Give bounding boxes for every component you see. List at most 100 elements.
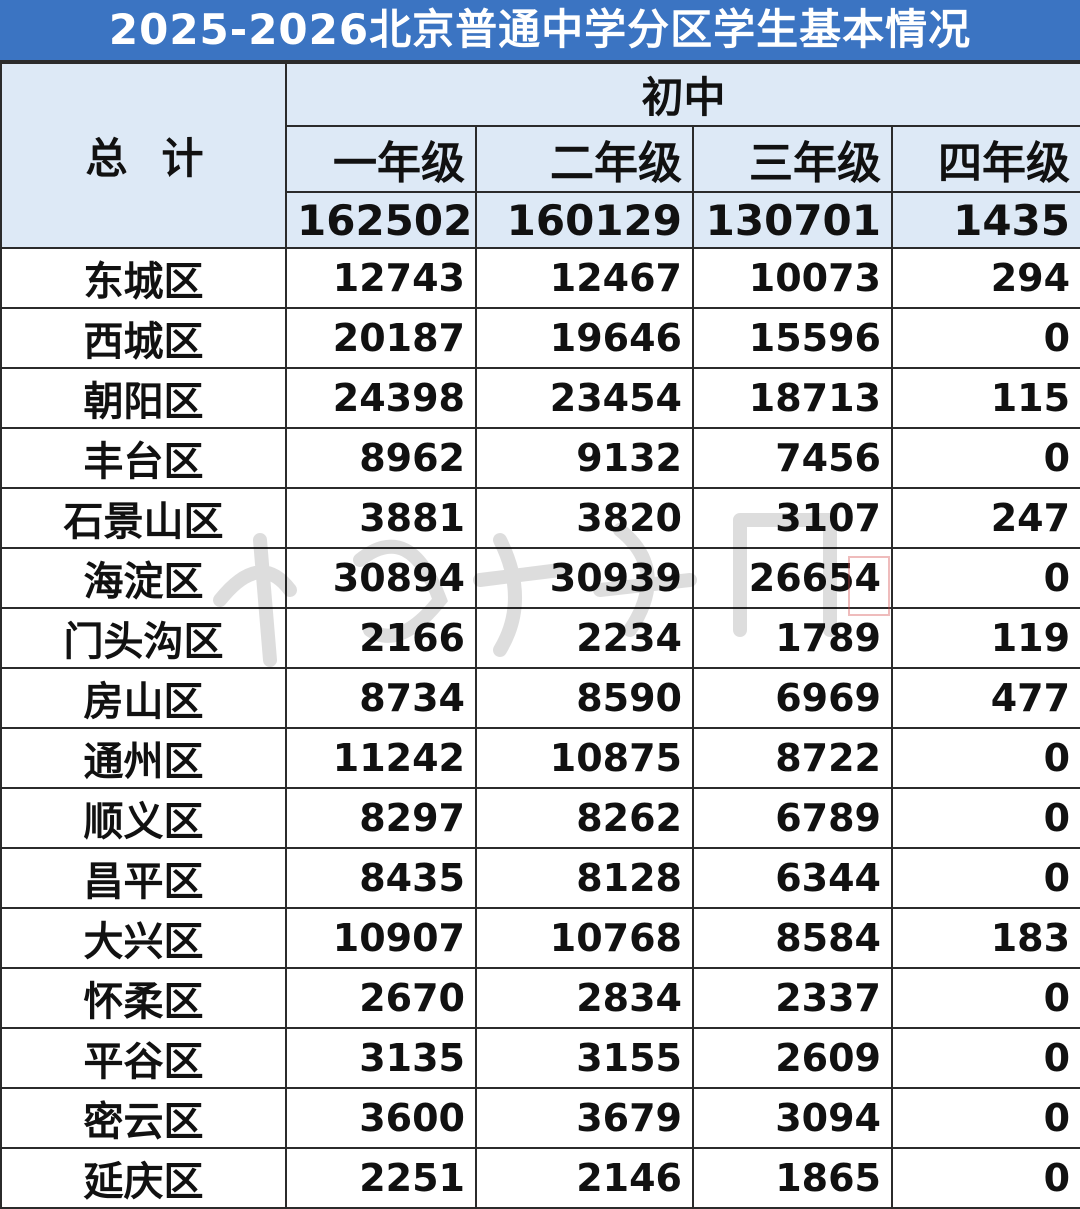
cell-value: 8734 — [285, 667, 477, 729]
cell-value: 2834 — [475, 967, 694, 1029]
district-name: 怀柔区 — [0, 967, 287, 1029]
table-row: 西城区 20187 19646 15596 0 — [0, 307, 1080, 369]
cell-value: 10073 — [692, 247, 893, 309]
cell-value: 30894 — [285, 547, 477, 609]
district-name: 平谷区 — [0, 1027, 287, 1089]
table-row: 石景山区 3881 3820 3107 247 — [0, 487, 1080, 549]
cell-value: 3600 — [285, 1087, 477, 1149]
cell-value: 0 — [890, 1147, 1080, 1209]
table-row: 东城区 12743 12467 10073 294 — [0, 247, 1080, 309]
district-name: 大兴区 — [0, 907, 287, 969]
cell-value: 15596 — [692, 307, 893, 369]
cell-value: 3881 — [285, 487, 477, 549]
cell-value: 2251 — [285, 1147, 477, 1209]
total-value: 1435 — [890, 191, 1080, 249]
district-name: 通州区 — [0, 727, 287, 789]
cell-value: 24398 — [285, 367, 477, 429]
cell-value: 10768 — [475, 907, 694, 969]
cell-value: 0 — [890, 427, 1080, 489]
cell-value: 0 — [890, 307, 1080, 369]
cell-value: 6344 — [692, 847, 893, 909]
cell-value: 26654 — [692, 547, 893, 609]
cell-value: 7456 — [692, 427, 893, 489]
district-name: 西城区 — [0, 307, 287, 369]
cell-value: 10907 — [285, 907, 477, 969]
student-stats-table: 总计 初中 一年级 二年级 三年级 四年级 162502 160129 1307… — [0, 62, 1080, 1209]
cell-value: 20187 — [285, 307, 477, 369]
cell-value: 12743 — [285, 247, 477, 309]
cell-value: 3820 — [475, 487, 694, 549]
cell-value: 2166 — [285, 607, 477, 669]
table-row: 平谷区 3135 3155 2609 0 — [0, 1027, 1080, 1089]
cell-value: 0 — [890, 547, 1080, 609]
cell-value: 0 — [890, 1087, 1080, 1149]
cell-value: 0 — [890, 787, 1080, 849]
cell-value: 8297 — [285, 787, 477, 849]
cell-value: 18713 — [692, 367, 893, 429]
cell-value: 294 — [890, 247, 1080, 309]
table-row: 海淀区 30894 30939 26654 0 — [0, 547, 1080, 609]
cell-value: 6969 — [692, 667, 893, 729]
district-name: 顺义区 — [0, 787, 287, 849]
table-row: 门头沟区 2166 2234 1789 119 — [0, 607, 1080, 669]
grade-header: 一年级 — [285, 125, 477, 193]
district-name: 密云区 — [0, 1087, 287, 1149]
district-name: 房山区 — [0, 667, 287, 729]
cell-value: 3107 — [692, 487, 893, 549]
district-name: 东城区 — [0, 247, 287, 309]
cell-value: 2609 — [692, 1027, 893, 1089]
cell-value: 8962 — [285, 427, 477, 489]
cell-value: 1865 — [692, 1147, 893, 1209]
cell-value: 115 — [890, 367, 1080, 429]
cell-value: 3679 — [475, 1087, 694, 1149]
cell-value: 8128 — [475, 847, 694, 909]
grade-header: 三年级 — [692, 125, 893, 193]
grade-header: 二年级 — [475, 125, 694, 193]
district-name: 丰台区 — [0, 427, 287, 489]
cell-value: 1789 — [692, 607, 893, 669]
cell-value: 0 — [890, 847, 1080, 909]
cell-value: 3135 — [285, 1027, 477, 1089]
cell-value: 0 — [890, 967, 1080, 1029]
district-name: 海淀区 — [0, 547, 287, 609]
cell-value: 19646 — [475, 307, 694, 369]
cell-value: 477 — [890, 667, 1080, 729]
cell-value: 0 — [890, 1027, 1080, 1089]
total-label: 总计 — [0, 62, 287, 249]
table-row: 通州区 11242 10875 8722 0 — [0, 727, 1080, 789]
table-row: 延庆区 2251 2146 1865 0 — [0, 1147, 1080, 1209]
table-row: 密云区 3600 3679 3094 0 — [0, 1087, 1080, 1149]
cell-value: 8435 — [285, 847, 477, 909]
district-name: 延庆区 — [0, 1147, 287, 1209]
total-value: 162502 — [285, 191, 477, 249]
cell-value: 8262 — [475, 787, 694, 849]
cell-value: 2234 — [475, 607, 694, 669]
cell-value: 3155 — [475, 1027, 694, 1089]
page-title: 2025-2026北京普通中学分区学生基本情况 — [0, 0, 1080, 62]
table-row: 顺义区 8297 8262 6789 0 — [0, 787, 1080, 849]
cell-value: 2146 — [475, 1147, 694, 1209]
district-name: 石景山区 — [0, 487, 287, 549]
table-row: 怀柔区 2670 2834 2337 0 — [0, 967, 1080, 1029]
cell-value: 23454 — [475, 367, 694, 429]
table-row: 大兴区 10907 10768 8584 183 — [0, 907, 1080, 969]
cell-value: 30939 — [475, 547, 694, 609]
cell-value: 0 — [890, 727, 1080, 789]
table-row: 昌平区 8435 8128 6344 0 — [0, 847, 1080, 909]
cell-value: 9132 — [475, 427, 694, 489]
cell-value: 3094 — [692, 1087, 893, 1149]
district-name: 门头沟区 — [0, 607, 287, 669]
district-name: 朝阳区 — [0, 367, 287, 429]
cell-value: 8590 — [475, 667, 694, 729]
cell-value: 8722 — [692, 727, 893, 789]
cell-value: 6789 — [692, 787, 893, 849]
grade-header: 四年级 — [890, 125, 1080, 193]
cell-value: 2337 — [692, 967, 893, 1029]
table-row: 房山区 8734 8590 6969 477 — [0, 667, 1080, 729]
cell-value: 10875 — [475, 727, 694, 789]
total-value: 160129 — [475, 191, 694, 249]
cell-value: 8584 — [692, 907, 893, 969]
cell-value: 11242 — [285, 727, 477, 789]
total-value: 130701 — [692, 191, 893, 249]
district-name: 昌平区 — [0, 847, 287, 909]
